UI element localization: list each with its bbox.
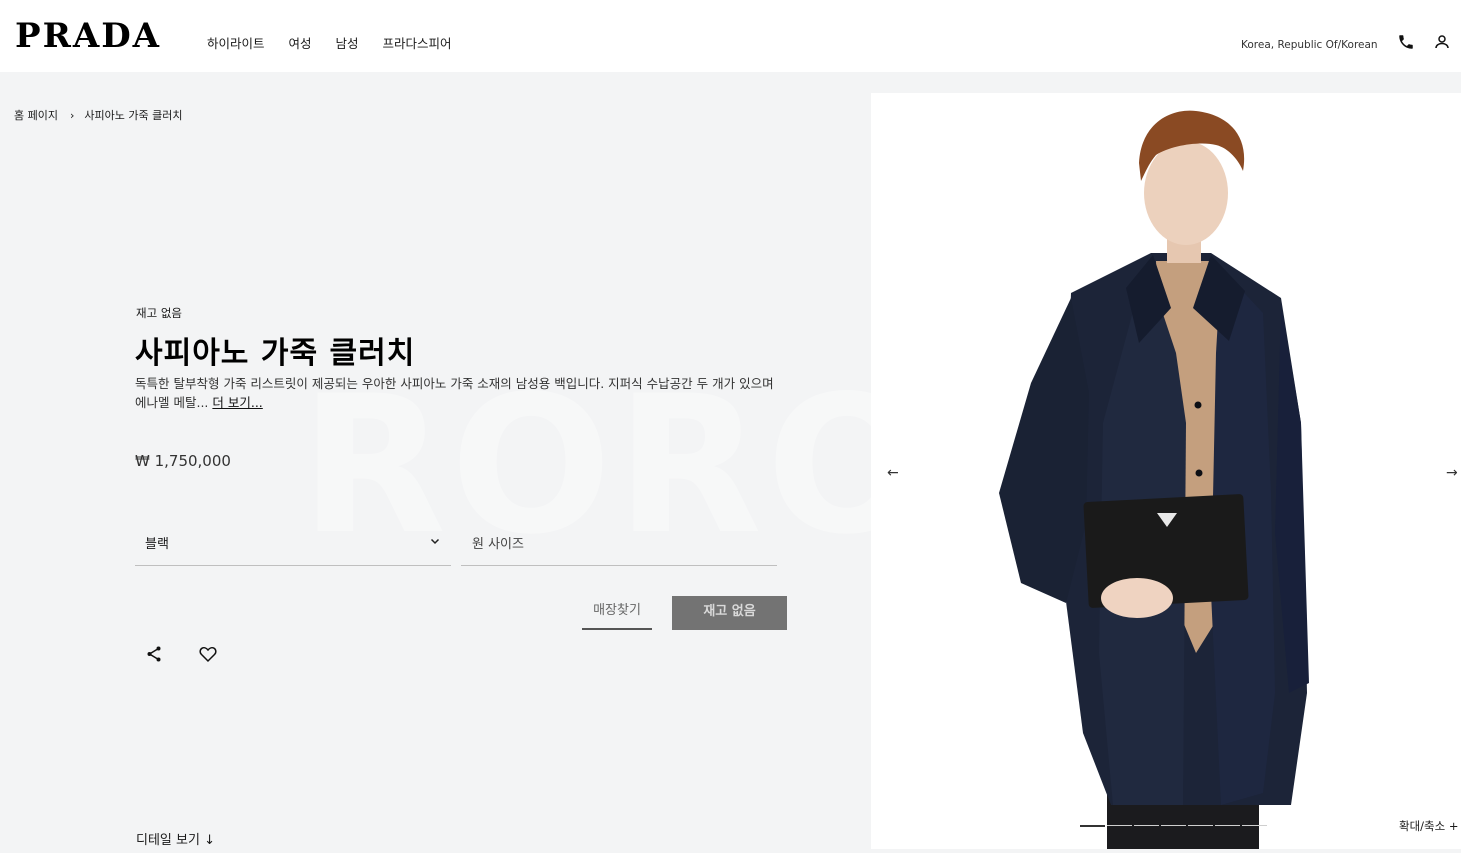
- find-store-button[interactable]: 매장찾기: [582, 598, 652, 630]
- share-icon[interactable]: [144, 644, 164, 664]
- product-title: 사피아노 가죽 클러치: [135, 336, 416, 371]
- view-details-link[interactable]: 디테일 보기 ↓: [136, 829, 215, 848]
- product-image-gallery[interactable]: ← → 확대/축소 +: [871, 93, 1461, 849]
- slide-indicator: [1080, 825, 1267, 827]
- previous-image-arrow[interactable]: ←: [887, 465, 899, 481]
- product-price: ₩ 1,750,000: [135, 452, 231, 470]
- user-icon[interactable]: [1433, 33, 1451, 51]
- color-select[interactable]: 블랙: [135, 520, 451, 566]
- read-more-link[interactable]: 더 보기...: [212, 395, 262, 410]
- heart-icon[interactable]: [198, 644, 218, 664]
- stock-status: 재고 없음: [136, 306, 182, 320]
- product-image: [999, 110, 1309, 849]
- breadcrumb: 홈 페이지 › 사피아노 가죽 클러치: [14, 107, 182, 123]
- breadcrumb-current: 사피아노 가죽 클러치: [84, 109, 183, 122]
- product-description: 독특한 탈부착형 가죽 리스트릿이 제공되는 우아한 사피아노 가죽 소재의 남…: [135, 374, 785, 412]
- prada-logo[interactable]: PRADA: [15, 18, 161, 54]
- slide-indicator-dot[interactable]: [1188, 825, 1213, 826]
- nav-item-men[interactable]: 남성: [336, 33, 359, 52]
- nav-item-pradasphere[interactable]: 프라다스피어: [383, 33, 452, 52]
- breadcrumb-home[interactable]: 홈 페이지: [14, 107, 58, 123]
- color-select-value: 블랙: [145, 537, 169, 552]
- size-select[interactable]: 원 사이즈: [461, 520, 777, 566]
- main-nav: 하이라이트 여성 남성 프라다스피어: [207, 33, 452, 52]
- chevron-down-icon: [430, 538, 440, 545]
- size-select-value: 원 사이즈: [472, 537, 524, 552]
- slide-indicator-dot[interactable]: [1215, 825, 1240, 826]
- nav-item-highlights[interactable]: 하이라이트: [207, 33, 265, 52]
- zoom-toggle[interactable]: 확대/축소 +: [1399, 818, 1459, 834]
- phone-icon[interactable]: [1397, 33, 1415, 51]
- site-header: PRADA 하이라이트 여성 남성 프라다스피어 Korea, Republic…: [0, 0, 1461, 72]
- slide-indicator-dot[interactable]: [1107, 825, 1132, 826]
- out-of-stock-button[interactable]: 재고 없음: [672, 596, 787, 630]
- locale-selector[interactable]: Korea, Republic Of/Korean: [1241, 39, 1378, 51]
- slide-indicator-dot[interactable]: [1080, 825, 1105, 827]
- breadcrumb-separator: ›: [69, 108, 75, 122]
- slide-indicator-dot[interactable]: [1134, 825, 1159, 826]
- next-image-arrow[interactable]: →: [1446, 465, 1458, 481]
- slide-indicator-dot[interactable]: [1242, 825, 1267, 826]
- slide-indicator-dot[interactable]: [1161, 825, 1186, 826]
- nav-item-women[interactable]: 여성: [289, 33, 312, 52]
